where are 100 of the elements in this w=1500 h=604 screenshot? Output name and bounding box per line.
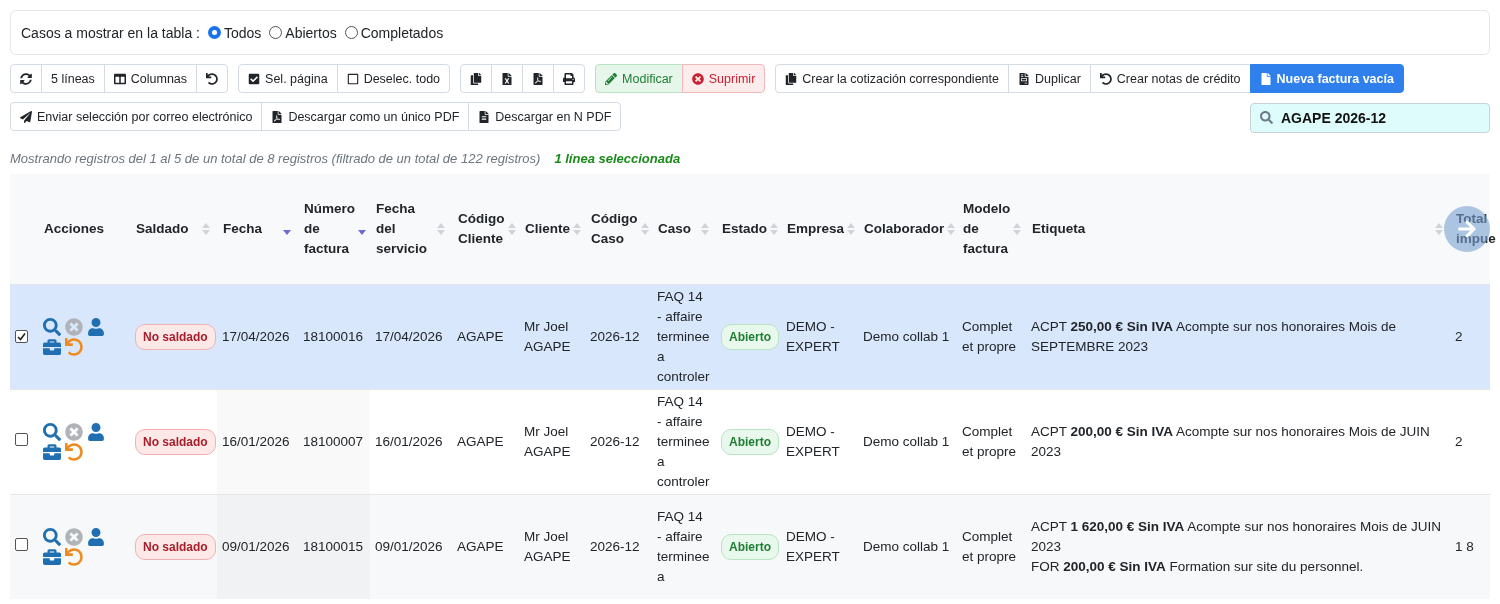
user-icon[interactable] — [87, 527, 105, 546]
search-icon[interactable] — [43, 317, 61, 336]
label-text: ACPT 250,00 € Sin IVA Acompte sur nos honoraires Mois de SEPTEMBRE 2023 — [1031, 317, 1397, 356]
table-cell-text: Demo collab 1 — [863, 327, 951, 346]
toolbar-button[interactable]: Sel. página — [238, 64, 338, 93]
status-badge: No saldado — [135, 323, 216, 350]
icon-button[interactable] — [491, 64, 524, 93]
column-header[interactable]: Empresa — [787, 218, 845, 239]
copy-icon — [785, 72, 798, 85]
table-cell-text: Demo collab 1 — [863, 537, 951, 556]
radio-option[interactable]: Todos — [208, 24, 262, 41]
status-badge: Abierto — [721, 323, 779, 350]
table-cell-text: 18100016 — [303, 327, 365, 346]
briefcase-icon[interactable] — [43, 442, 61, 461]
checked-box-icon — [248, 72, 261, 85]
status-badge: Abierto — [721, 533, 779, 560]
row-checkbox[interactable] — [15, 329, 28, 343]
table-cell-text: 1 8 — [1455, 537, 1475, 556]
table-cell-text: Complet et propre — [962, 422, 1018, 461]
pdf-file-icon — [271, 110, 284, 123]
toolbar-button[interactable]: Duplicar — [1007, 64, 1091, 93]
radio-option[interactable]: Abiertos — [269, 24, 337, 41]
toolbar-button[interactable]: Modificar — [595, 64, 683, 93]
search-icon[interactable] — [43, 422, 61, 441]
search-field[interactable]: AGAPE 2026-12 — [1250, 103, 1490, 133]
pdf-file-icon — [532, 72, 545, 85]
toolbar-button[interactable]: Columnas — [103, 64, 198, 93]
table-cell-text: AGAPE — [457, 537, 505, 556]
toolbar-button[interactable]: 5 líneas — [41, 64, 105, 93]
icon-button[interactable] — [553, 64, 586, 93]
selection-info: 1 línea seleccionada — [554, 151, 681, 166]
table-cell-text: 16/01/2026 — [375, 432, 444, 451]
table-cell-text: DEMO - EXPERT — [786, 422, 841, 461]
column-header[interactable]: Colaborador — [864, 218, 945, 239]
table-cell-text: FAQ 14 - affaire terminee a controler — [657, 392, 711, 491]
columns-icon — [113, 72, 126, 85]
column-header[interactable]: Cliente — [525, 218, 570, 239]
table-cell-text: FAQ 14 - affaire terminee a controler — [657, 287, 711, 386]
toolbar-button[interactable]: Descargar en N PDF — [468, 102, 622, 131]
table-cell-text: Mr Joel AGAPE — [524, 317, 572, 356]
table-cell-text: 2026-12 — [590, 432, 641, 451]
table-cell-text: 17/04/2026 — [375, 327, 444, 346]
search-icon[interactable] — [43, 527, 61, 546]
table-cell-text: Mr Joel AGAPE — [524, 527, 572, 566]
refresh-icon — [20, 72, 32, 85]
status-badge: No saldado — [135, 428, 216, 455]
column-header[interactable]: Caso — [658, 218, 691, 239]
undo-icon — [206, 72, 219, 85]
toolbar-button[interactable]: Descargar como un único PDF — [261, 102, 470, 131]
search-icon — [1260, 111, 1273, 124]
table-cell-text: DEMO - EXPERT — [786, 527, 841, 566]
column-header[interactable]: Saldado — [136, 218, 189, 239]
icon-button[interactable] — [522, 64, 555, 93]
excel-file-icon — [501, 72, 514, 85]
label-text: ACPT 200,00 € Sin IVA Acompte sur nos honoraires Mois de JUIN 2023 — [1031, 422, 1431, 461]
status-badge: No saldado — [135, 533, 216, 560]
label-text: ACPT 1 620,00 € Sin IVA Acompte sur nos honoraires Mois de JUIN 2023 FOR 200,00 € Sin IVA Formation sur site du personnel. — [1031, 517, 1442, 576]
table-cell-text: FAQ 14 - affaire terminee a — [657, 507, 711, 586]
user-icon[interactable] — [87, 317, 105, 336]
undo-icon[interactable] — [65, 442, 83, 461]
user-icon[interactable] — [87, 422, 105, 441]
print-icon — [563, 72, 576, 85]
column-header[interactable]: Fecha — [223, 218, 263, 239]
column-header[interactable]: Estado — [722, 218, 767, 239]
copy-icon — [470, 72, 483, 85]
column-header[interactable]: Acciones — [44, 218, 105, 239]
icon-button[interactable] — [196, 64, 229, 93]
row-checkbox[interactable] — [15, 537, 28, 551]
briefcase-icon[interactable] — [43, 337, 61, 356]
table-cell-text: 2 — [1455, 327, 1464, 346]
records-info: Mostrando registros del 1 al 5 de un total de 8 registros (filtrado de un total de 122 registros) — [10, 151, 541, 166]
pencil-icon — [605, 72, 618, 85]
documents-icon — [1017, 72, 1030, 85]
column-header[interactable]: Etiqueta — [1032, 218, 1086, 239]
table-cell-text: 2026-12 — [590, 327, 641, 346]
toolbar-button[interactable]: Crear notas de crédito — [1089, 64, 1251, 93]
toolbar-button[interactable]: Crear la cotización correspondiente — [775, 64, 1009, 93]
table-cell-text: Complet et propre — [962, 527, 1018, 566]
file-icon — [478, 110, 491, 123]
table-cell-text: 09/01/2026 — [375, 537, 444, 556]
briefcase-icon[interactable] — [43, 547, 61, 566]
table-cell-text: Demo collab 1 — [863, 432, 951, 451]
toolbar-button[interactable]: Deselec. todo — [336, 64, 451, 93]
table-cell-text: Mr Joel AGAPE — [524, 422, 572, 461]
table-cell-text: Complet et propre — [962, 317, 1018, 356]
toolbar-button[interactable]: Enviar selección por correo electrónico — [10, 102, 263, 131]
filter-label: Casos a mostrar en la tabla : — [21, 24, 200, 41]
table-cell-text: 09/01/2026 — [222, 537, 291, 556]
table-cell-text: 18100015 — [303, 537, 365, 556]
row-checkbox[interactable] — [15, 432, 28, 446]
icon-button[interactable] — [460, 64, 493, 93]
radio-option[interactable]: Completados — [344, 24, 444, 41]
table-cell-text: 2026-12 — [590, 537, 641, 556]
table-cell-text: AGAPE — [457, 432, 505, 451]
table-cell-text: 17/04/2026 — [222, 327, 291, 346]
icon-button[interactable] — [10, 64, 42, 93]
toolbar-button[interactable]: Nueva factura vacía — [1249, 64, 1404, 93]
toolbar-button[interactable]: Suprimir — [681, 64, 766, 93]
table-cell-text: AGAPE — [457, 327, 505, 346]
undo-icon[interactable] — [65, 547, 83, 566]
